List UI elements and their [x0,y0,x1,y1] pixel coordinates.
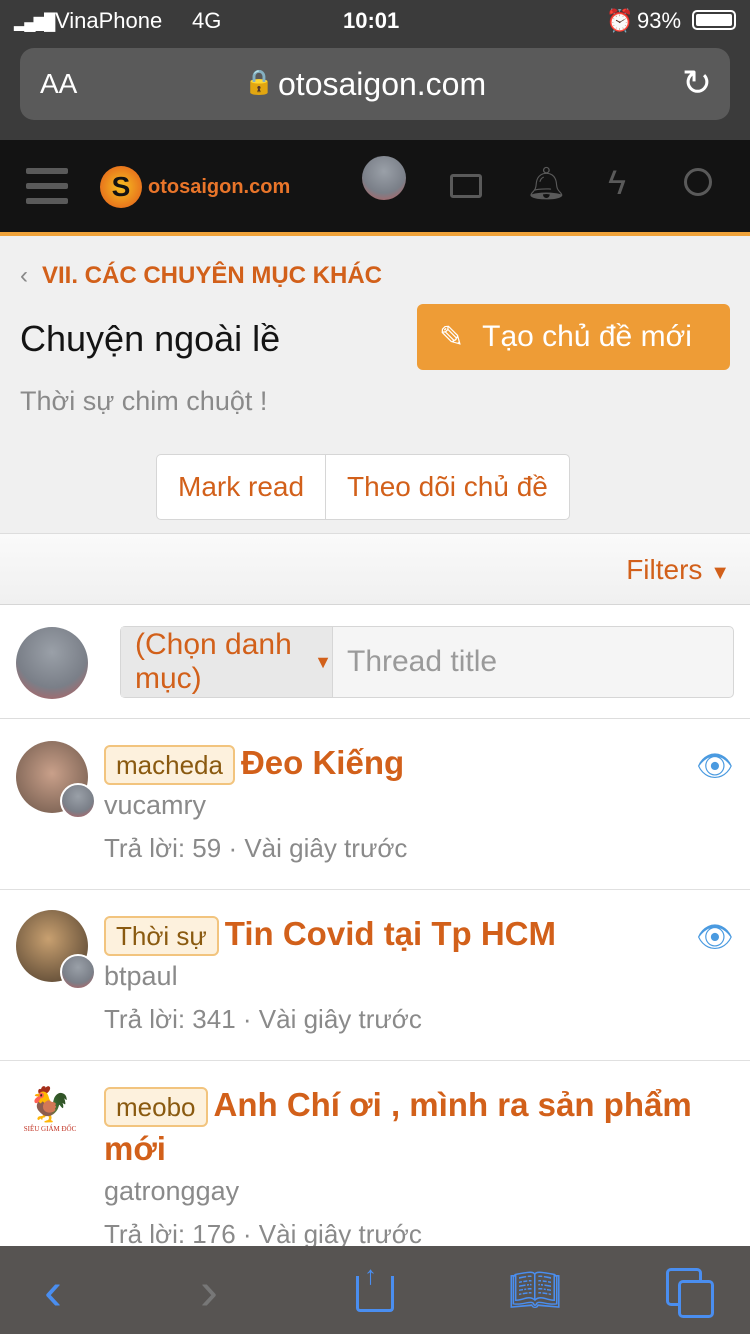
site-logo[interactable]: S otosaigon.com [100,166,290,208]
filters-button[interactable]: Filters ▼ [626,554,730,586]
mark-read-button[interactable]: Mark read [157,455,325,519]
thread-row[interactable]: Thời sự Tin Covid tại Tp HCM btpaul Trả l… [0,890,750,1061]
status-bar: ▂▄▆█ VinaPhone 4G 10:01 ⏰ 93% [0,0,750,40]
new-thread-button[interactable]: ✎ Tạo chủ đề mới [417,304,730,370]
thread-prefix: Thời sự [104,916,219,957]
watch-button[interactable]: Theo dõi chủ đề [325,455,569,519]
mail-icon[interactable] [450,174,482,198]
lightning-icon[interactable]: ϟ [608,164,626,203]
thread-title[interactable]: Tin Covid tại Tp HCM [225,915,556,952]
alarm-icon: ⏰ [606,8,634,33]
user-avatar[interactable] [362,156,406,200]
caret-down-icon: ▼ [314,651,332,672]
page-title: Chuyện ngoài lề [20,318,281,359]
tabs-icon-back [678,1280,714,1318]
forum-actions: Mark read Theo dõi chủ đề [156,454,570,520]
filter-bar: Filters ▼ [0,533,750,605]
bookmarks-icon[interactable]: 📖︎ [508,1266,561,1315]
browser-url-area: AA 🔒 otosaigon.com ↻ [0,40,750,140]
bell-icon[interactable]: 🔔︎ [526,164,567,202]
thread-meta: Trả lời: 59 · Vài giây trước [104,833,408,864]
breadcrumb[interactable]: ‹ VII. CÁC CHUYÊN MỤC KHÁC [20,262,382,290]
rooster-icon: 🐓 [28,1086,72,1124]
back-icon[interactable]: ‹ [44,1260,62,1322]
thread-title-input[interactable] [333,627,733,697]
battery-icon [692,10,736,30]
avatar: 🐓 SIÊU GIÁM ĐỐC [20,1085,80,1145]
avatar [16,627,88,699]
share-arrow-icon: ↑ [364,1260,377,1290]
caret-down-icon: ▼ [710,562,730,584]
thread-meta: Trả lời: 341 · Vài giây trước [104,1004,422,1035]
site-header: S otosaigon.com 🔔︎ ϟ [0,140,750,236]
forward-icon[interactable]: › [200,1260,218,1322]
thread-author[interactable]: gatronggay [104,1171,704,1211]
url: otosaigon.com [278,66,487,102]
eye-icon: 👁︎ [695,921,734,954]
menu-icon[interactable] [26,168,68,204]
eye-icon: 👁︎ [695,750,734,783]
thread-prefix: meobo [104,1087,208,1128]
last-poster-avatar [60,954,96,990]
browser-toolbar: ‹ › ↑ 📖︎ [0,1246,750,1334]
text-size-button[interactable]: AA [40,68,77,100]
logo-icon: S [100,166,142,208]
network: 4G [192,8,222,33]
time: 10:01 [343,8,400,33]
thread-row[interactable]: 🐓 SIÊU GIÁM ĐỐC meobo Anh Chí ơi , mình r… [0,1061,750,1261]
category-select[interactable]: (Chọn danh mục) ▼ [121,627,333,697]
thread-author[interactable]: vucamry [104,785,704,825]
thread-author[interactable]: btpaul [104,956,704,996]
carrier: VinaPhone [55,8,163,33]
address-bar[interactable]: AA 🔒 otosaigon.com ↻ [20,48,730,120]
forum-header: ‹ VII. CÁC CHUYÊN MỤC KHÁC Chuyện ngoài l… [0,236,750,533]
thread-prefix: macheda [104,745,235,786]
last-poster-avatar [60,783,96,819]
thread-row[interactable]: macheda Đeo Kiếng vucamry Trả lời: 59 · V… [0,719,750,890]
signal-icon: ▂▄▆█ [14,14,55,31]
search-icon[interactable] [684,168,712,196]
forum-description: Thời sự chim chuột ! [20,386,268,416]
chevron-left-icon: ‹ [20,262,28,289]
quick-thread: (Chọn danh mục) ▼ [0,605,750,719]
lock-icon: 🔒 [244,69,274,96]
thread-title[interactable]: Đeo Kiếng [241,744,404,781]
edit-icon: ✎ [439,320,465,354]
reload-icon[interactable]: ↻ [682,62,712,104]
battery-level: 93% [637,8,682,33]
